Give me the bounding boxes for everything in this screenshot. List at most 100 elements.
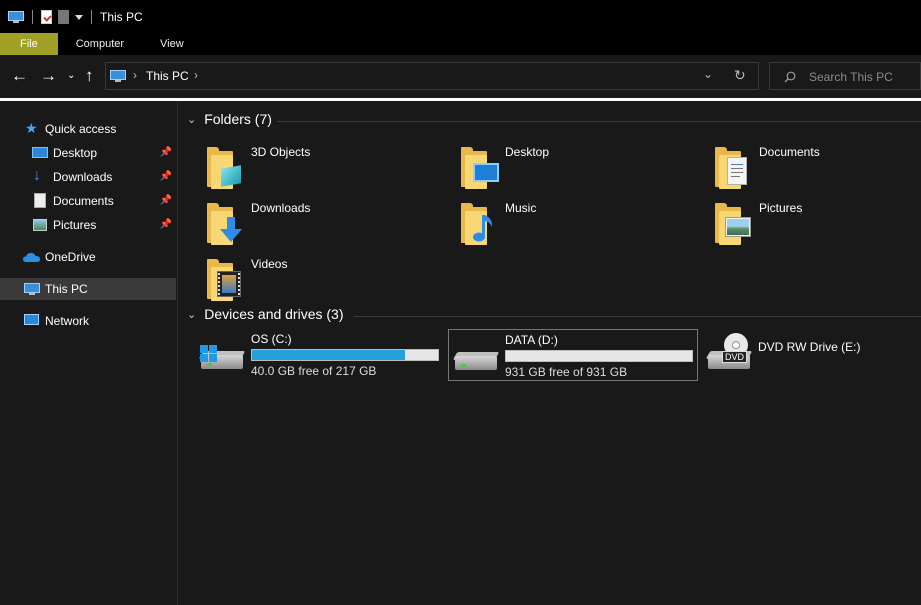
folders-group-header[interactable]: ⌄ Folders (7) xyxy=(187,111,272,127)
refresh-icon[interactable]: ↻ xyxy=(734,67,746,84)
drive-name: DATA (D:) xyxy=(505,333,558,347)
breadcrumb-this-pc[interactable]: This PC xyxy=(146,69,189,83)
tab-file[interactable]: File xyxy=(0,33,58,55)
drive-usage-bar xyxy=(251,349,439,361)
drive-dvd-e[interactable]: DVD DVD RW Drive (E:) xyxy=(702,329,921,381)
pictures-folder-icon xyxy=(713,203,753,245)
properties-icon[interactable] xyxy=(41,9,52,24)
recent-locations-chevron-icon[interactable]: ⌄ xyxy=(67,66,75,86)
window-title: This PC xyxy=(100,9,143,24)
folder-label: 3D Objects xyxy=(251,145,311,159)
sidebar-item-label: Network xyxy=(45,314,90,328)
folder-3d-objects[interactable]: 3D Objects xyxy=(205,145,445,195)
sidebar-item-network[interactable]: Network xyxy=(0,310,176,332)
cloud-icon xyxy=(23,253,40,262)
quick-access-toolbar xyxy=(0,9,94,24)
pin-icon[interactable]: 📌 xyxy=(160,171,172,182)
3d-objects-folder-icon xyxy=(205,147,245,189)
breadcrumb-separator-icon[interactable]: › xyxy=(133,68,137,82)
drive-data-d[interactable]: DATA (D:) 931 GB free of 931 GB xyxy=(448,329,698,381)
sidebar-item-this-pc[interactable]: This PC xyxy=(0,278,176,300)
sidebar-item-documents[interactable]: Documents 📌 xyxy=(0,190,176,212)
pin-icon[interactable]: 📌 xyxy=(160,195,172,206)
folder-music[interactable]: Music xyxy=(459,201,699,251)
network-icon xyxy=(24,314,39,325)
computer-icon xyxy=(110,70,126,82)
pictures-icon xyxy=(33,219,47,231)
search-placeholder: Search This PC xyxy=(809,70,893,84)
star-icon: ★ xyxy=(25,120,38,136)
sidebar-item-label: Pictures xyxy=(53,218,97,232)
address-dropdown-chevron-icon[interactable]: ⌄ xyxy=(703,67,713,81)
computer-icon xyxy=(8,10,24,23)
collapse-chevron-icon[interactable]: ⌄ xyxy=(187,308,196,321)
tab-view[interactable]: View xyxy=(142,33,202,55)
breadcrumb-separator-icon[interactable]: › xyxy=(194,68,198,82)
new-folder-icon[interactable] xyxy=(58,9,69,24)
drive-usage-bar xyxy=(505,350,693,362)
drives-header-label: Devices and drives (3) xyxy=(204,306,344,322)
sidebar-item-onedrive[interactable]: OneDrive xyxy=(0,246,176,268)
desktop-folder-icon xyxy=(459,147,499,189)
hard-drive-icon xyxy=(452,352,500,370)
folder-pictures[interactable]: Pictures xyxy=(713,201,921,251)
drives-group-header[interactable]: ⌄ Devices and drives (3) xyxy=(187,306,344,322)
sidebar-item-label: Documents xyxy=(53,194,114,208)
sidebar-item-label: This PC xyxy=(45,282,88,296)
sidebar-item-downloads[interactable]: ↓ Downloads 📌 xyxy=(0,166,176,188)
folder-downloads[interactable]: Downloads xyxy=(205,201,445,251)
back-arrow-icon[interactable]: ← xyxy=(11,66,28,86)
sidebar-item-desktop[interactable]: Desktop 📌 xyxy=(0,142,176,164)
computer-icon xyxy=(24,283,40,295)
folders-header-label: Folders (7) xyxy=(204,111,272,127)
customize-toolbar-icon[interactable] xyxy=(75,15,83,20)
videos-folder-icon xyxy=(205,259,245,301)
content-pane: ⌄ Folders (7) 3D Objects Desktop Documen… xyxy=(179,101,921,605)
up-arrow-icon[interactable]: ↑ xyxy=(85,66,94,86)
drive-name: OS (C:) xyxy=(251,332,292,346)
group-divider xyxy=(277,121,921,122)
title-bar: This PC xyxy=(0,0,921,33)
sidebar-item-label: OneDrive xyxy=(45,250,96,264)
desktop-icon xyxy=(32,147,48,158)
drive-free-space: 40.0 GB free of 217 GB xyxy=(251,364,377,378)
drive-free-space: 931 GB free of 931 GB xyxy=(505,365,628,379)
folder-label: Documents xyxy=(759,145,820,159)
folder-label: Pictures xyxy=(759,201,803,215)
folder-label: Videos xyxy=(251,257,288,271)
sidebar-item-quick-access[interactable]: ★ Quick access xyxy=(0,118,176,140)
group-divider xyxy=(354,316,921,317)
toolbar-divider xyxy=(91,9,92,24)
toolbar-divider xyxy=(32,9,33,24)
folder-videos[interactable]: Videos xyxy=(205,257,445,307)
folder-documents[interactable]: Documents xyxy=(713,145,921,195)
windows-logo-icon xyxy=(200,345,217,362)
sidebar-item-label: Quick access xyxy=(45,122,117,136)
collapse-chevron-icon[interactable]: ⌄ xyxy=(187,113,196,126)
folder-label: Downloads xyxy=(251,201,311,215)
tab-computer[interactable]: Computer xyxy=(58,33,142,55)
ribbon-tabs: File Computer View xyxy=(0,33,921,55)
sidebar-item-label: Downloads xyxy=(53,170,113,184)
folder-desktop[interactable]: Desktop xyxy=(459,145,699,195)
sidebar-item-pictures[interactable]: Pictures 📌 xyxy=(0,214,176,236)
documents-folder-icon xyxy=(713,147,753,189)
pin-icon[interactable]: 📌 xyxy=(160,147,172,158)
folder-label: Music xyxy=(505,201,537,215)
dvd-badge: DVD xyxy=(722,351,748,363)
drive-os-c[interactable]: OS (C:) 40.0 GB free of 217 GB xyxy=(195,329,445,381)
pin-icon[interactable]: 📌 xyxy=(160,219,172,230)
search-icon xyxy=(784,71,796,83)
address-bar[interactable]: › This PC › ⌄ ↻ xyxy=(105,62,759,90)
downloads-folder-icon xyxy=(205,203,245,245)
documents-icon xyxy=(34,193,46,208)
folder-label: Desktop xyxy=(505,145,550,159)
sidebar-item-label: Desktop xyxy=(53,146,98,160)
drive-name: DVD RW Drive (E:) xyxy=(758,340,861,354)
navigation-pane: ★ Quick access Desktop 📌 ↓ Downloads 📌 D… xyxy=(0,101,178,605)
forward-arrow-icon[interactable]: → xyxy=(40,66,57,86)
music-folder-icon xyxy=(459,203,499,245)
download-icon: ↓ xyxy=(33,167,41,184)
drive-usage-fill xyxy=(252,350,405,360)
search-box[interactable]: Search This PC xyxy=(769,62,921,90)
